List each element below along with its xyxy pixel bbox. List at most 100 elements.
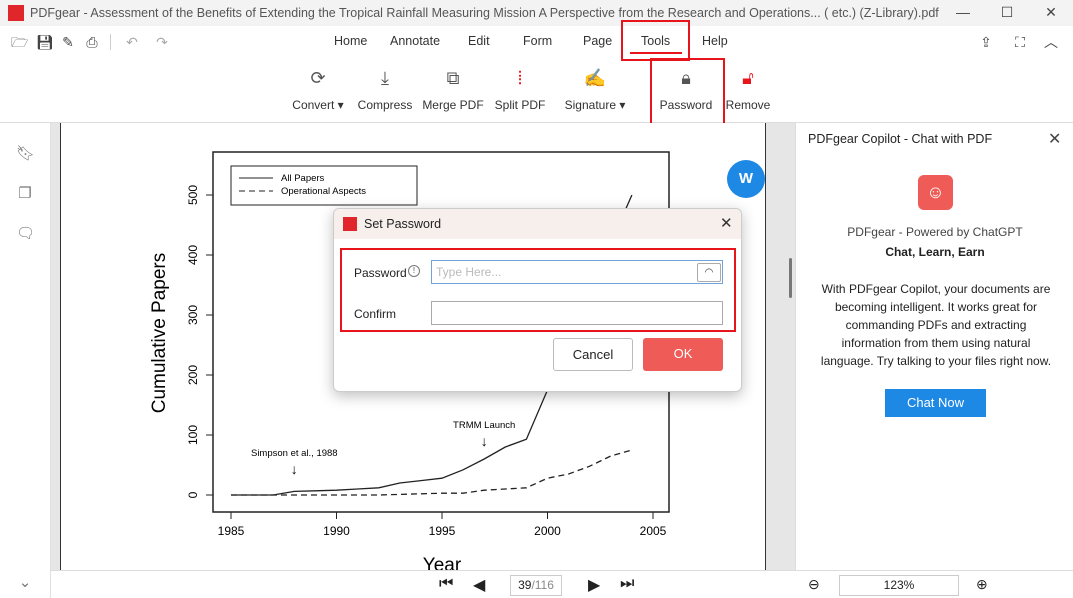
compress-icon: ⤓	[381, 68, 389, 88]
x-tick-label: 1995	[429, 524, 456, 538]
copilot-tagline: Chat, Learn, Earn	[885, 245, 985, 259]
comments-icon[interactable]: 🗨︎	[16, 224, 35, 242]
last-page-icon[interactable]: ⏭	[620, 575, 634, 593]
x-tick-label: 1990	[323, 524, 350, 538]
zoom-in-icon[interactable]: ⊕	[976, 576, 988, 593]
first-page-icon[interactable]: ⏮	[439, 575, 453, 593]
title-bar: PDFgear - Assessment of the Benefits of …	[0, 0, 1073, 26]
convert-label: Convert	[292, 98, 335, 112]
convert-icon: ⟳	[310, 68, 326, 88]
active-tab-underline	[630, 52, 682, 54]
divider	[110, 34, 111, 50]
dialog-logo	[343, 217, 357, 231]
legend-label: Operational Aspects	[281, 186, 366, 197]
password-input[interactable]: Type Here...	[431, 260, 723, 284]
app-logo	[8, 5, 24, 21]
y-tick-label: 500	[186, 185, 200, 205]
confirm-label: Confirm	[354, 307, 397, 321]
signature-icon: ✍	[583, 68, 607, 88]
show-password-eye-icon[interactable]: ◠	[697, 263, 721, 282]
ribbon: 🗁 💾︎ ✎ ⎙ ↶ ↷ Home Annotate Edit Form Pag…	[0, 20, 1073, 126]
close-window-button[interactable]: ✕	[1028, 0, 1073, 26]
save-icon[interactable]: 💾︎	[36, 34, 54, 50]
minimize-button[interactable]: —	[940, 0, 986, 26]
tab-help[interactable]: Help	[702, 34, 728, 48]
lock-icon: 🔒︎	[681, 68, 691, 88]
dialog-title: Set Password	[364, 217, 442, 231]
split-pdf-tool[interactable]: ⦙ Split PDF	[485, 64, 555, 112]
info-icon[interactable]: !	[408, 265, 420, 277]
annotation-arrow: ↓	[481, 433, 488, 449]
save-as-icon[interactable]: ✎	[60, 34, 76, 50]
bookmark-icon[interactable]: 🔖︎	[16, 144, 35, 162]
signature-label: Signature	[564, 98, 616, 112]
share-icon[interactable]: ⇪	[978, 34, 994, 50]
y-tick-label: 100	[186, 425, 200, 445]
compress-tool[interactable]: ⤓ Compress	[350, 64, 420, 112]
cancel-button[interactable]: Cancel	[553, 338, 633, 371]
y-tick-label: 200	[186, 365, 200, 385]
prev-page-icon[interactable]: ◀	[473, 575, 485, 595]
dialog-header: Set Password ✕	[334, 209, 741, 239]
undo-icon[interactable]: ↶	[124, 34, 140, 50]
fullscreen-icon[interactable]: ⛶	[1012, 34, 1028, 50]
annotation-label: Simpson et al., 1988	[251, 448, 338, 459]
password-tool[interactable]: 🔒︎ Password	[651, 64, 721, 112]
x-tick-label: 2000	[534, 524, 561, 538]
left-sidebar: 🔖︎ ❐ 🗨︎ ⌄	[0, 123, 51, 598]
thumbnails-icon[interactable]: ❐	[16, 184, 34, 202]
tab-home[interactable]: Home	[334, 34, 367, 48]
zoom-field[interactable]: 123%	[839, 575, 959, 596]
zoom-out-icon[interactable]: ⊖	[808, 576, 820, 593]
remove-password-tool[interactable]: 🔓︎ Remove	[713, 64, 783, 112]
redo-icon[interactable]: ↷	[154, 34, 170, 50]
x-tick-label: 1985	[218, 524, 245, 538]
copilot-bot-icon: ☺	[918, 175, 953, 210]
set-password-dialog: Set Password ✕ Password ! Type Here... ◠…	[333, 208, 742, 392]
convert-tool[interactable]: ⟳ Convert ▾	[283, 64, 353, 112]
y-tick-label: 0	[186, 491, 200, 498]
close-panel-icon[interactable]: ✕	[1048, 129, 1061, 149]
ok-button[interactable]: OK	[643, 338, 723, 371]
merge-icon: ⧉	[446, 68, 460, 88]
print-icon[interactable]: ⎙	[84, 34, 100, 50]
page-number-field[interactable]: 39/116	[510, 575, 562, 596]
signature-tool[interactable]: ✍ Signature ▾	[560, 64, 630, 112]
x-tick-label: 2005	[640, 524, 667, 538]
tab-page[interactable]: Page	[583, 34, 612, 48]
y-tick-label: 400	[186, 245, 200, 265]
split-icon: ⦙	[517, 68, 523, 88]
convert-to-word-button[interactable]: W	[727, 160, 765, 198]
confirm-input[interactable]	[431, 301, 723, 325]
open-folder-icon[interactable]: 🗁	[11, 34, 28, 50]
x-axis-label: Year	[423, 555, 462, 570]
copilot-description: With PDFgear Copilot, your documents are…	[820, 282, 1052, 368]
bottom-bar: ⏮ ◀ 39/116 ▶ ⏭ ⊖ 123% ⊕	[51, 570, 1073, 598]
password-label: Password	[659, 98, 713, 112]
remove-label: Remove	[725, 98, 771, 112]
y-tick-label: 300	[186, 305, 200, 325]
legend-label: All Papers	[281, 173, 325, 184]
tab-annotate[interactable]: Annotate	[390, 34, 440, 48]
compress-label: Compress	[357, 98, 413, 112]
y-axis-label: Cumulative Papers	[149, 253, 170, 414]
tab-form[interactable]: Form	[523, 34, 552, 48]
copilot-title: PDFgear Copilot - Chat with PDF	[808, 132, 993, 146]
collapse-ribbon-icon[interactable]: ︿	[1043, 34, 1059, 50]
tab-edit[interactable]: Edit	[468, 34, 490, 48]
window-title: PDFgear - Assessment of the Benefits of …	[30, 6, 939, 20]
annotation-label: TRMM Launch	[453, 420, 515, 431]
merge-label: Merge PDF	[422, 98, 484, 112]
dialog-close-icon[interactable]: ✕	[720, 214, 733, 232]
copilot-panel: PDFgear Copilot - Chat with PDF ✕ ☺ PDFg…	[795, 123, 1073, 570]
next-page-icon[interactable]: ▶	[588, 575, 600, 595]
expand-icon[interactable]: ⌄	[16, 573, 34, 591]
split-label: Split PDF	[494, 98, 546, 112]
total-pages: /116	[531, 578, 554, 592]
annotation-arrow: ↓	[291, 461, 298, 477]
tab-tools[interactable]: Tools	[641, 34, 670, 48]
maximize-button[interactable]: ☐	[984, 0, 1030, 26]
panel-resize-handle[interactable]	[789, 258, 792, 298]
chat-now-button[interactable]: Chat Now	[885, 389, 986, 417]
merge-pdf-tool[interactable]: ⧉ Merge PDF	[418, 64, 488, 112]
